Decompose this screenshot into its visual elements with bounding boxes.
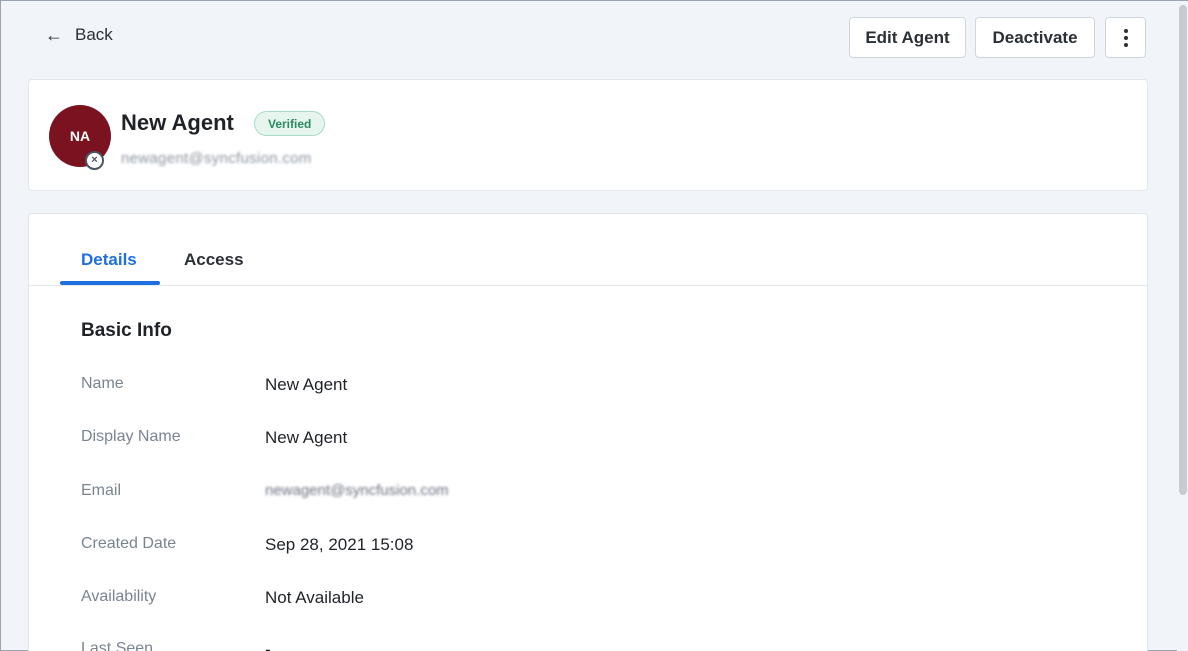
row-label: Display Name [81,428,181,445]
scroll-thumb[interactable] [1179,5,1187,495]
tab-bar: Details Access [29,214,1147,286]
more-options-button[interactable] [1105,17,1146,58]
row-value: Sep 28, 2021 15:08 [265,535,414,554]
row-value: New Agent [265,375,348,394]
row-value: newagent@syncfusion.com [265,482,449,499]
row-value: Not Available [265,588,364,607]
more-vertical-icon [1123,28,1128,33]
edit-agent-button[interactable]: Edit Agent [849,17,966,58]
row-label: Last Seen [81,640,154,651]
back-arrow-icon: ← [45,25,63,45]
more-vertical-icon-dot [1123,42,1128,47]
row-label: Name [81,375,124,392]
tab-access[interactable]: Access [184,250,244,270]
info-row-availability: Availability Not Available [81,588,781,612]
details-card: Details Access Basic Info Name New Agent… [28,213,1148,651]
row-label: Email [81,482,122,499]
agent-name: New Agent [121,110,234,135]
row-value: New Agent [265,428,348,447]
row-label: Availability [81,588,157,605]
offline-status-icon: × [85,151,104,170]
page-scrollbar[interactable] [1177,1,1188,651]
deactivate-button[interactable]: Deactivate [975,17,1095,58]
agent-email: newagent@syncfusion.com [121,150,312,167]
profile-card: NA × New Agent Verified newagent@syncfus… [28,79,1148,191]
active-tab-indicator [60,281,160,285]
info-row-last-seen: Last Seen - [81,640,781,651]
back-label: Back [75,25,113,44]
info-row-name: Name New Agent [81,375,781,399]
info-row-display-name: Display Name New Agent [81,428,781,452]
row-value: - [265,640,271,651]
row-label: Created Date [81,535,177,552]
top-bar: ← Back Edit Agent Deactivate [1,1,1171,71]
section-title: Basic Info [81,320,172,341]
info-row-email: Email newagent@syncfusion.com [81,482,781,506]
tab-details[interactable]: Details [81,250,137,270]
more-vertical-icon-dot [1123,35,1128,40]
info-row-created-date: Created Date Sep 28, 2021 15:08 [81,535,781,559]
verified-badge: Verified [254,111,326,136]
back-button[interactable]: ← Back [45,25,113,45]
